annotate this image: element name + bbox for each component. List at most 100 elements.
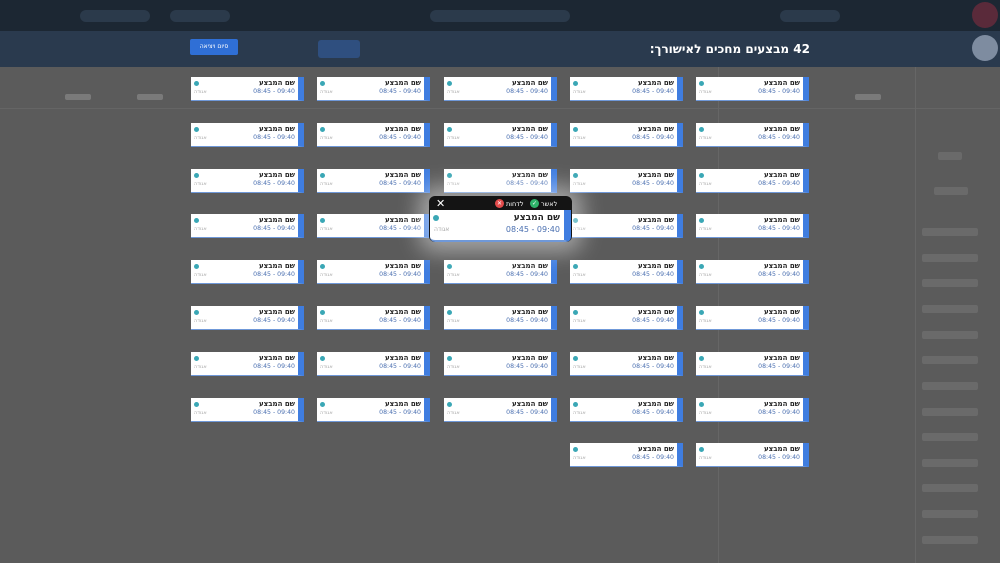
status-dot [699,81,704,86]
event-card[interactable]: שם המבצע 08:45 - 09:40 אגודה [696,77,809,101]
event-card[interactable]: שם המבצע 08:45 - 09:40 אגודה [191,123,304,147]
event-name: שם המבצע [764,354,800,362]
event-card[interactable]: שם המבצע 08:45 - 09:40 אגודה [444,260,557,284]
event-name: שם המבצע [385,354,421,362]
event-card[interactable]: שם המבצע 08:45 - 09:40 אגודה [191,306,304,330]
event-name: שם המבצע [764,400,800,408]
close-icon[interactable]: ✕ [436,198,445,210]
status-dot [447,310,452,315]
focused-event-card[interactable]: שם המבצע 08:45 - 09:40 אגודה [430,210,571,242]
focused-event-popup: ✕ ✕ לדחות ✓ לאשר שם המבצע 08:45 - 09:40 … [429,196,572,242]
sidebar-item [922,408,978,416]
status-dot [699,356,704,361]
event-card[interactable]: שם המבצע 08:45 - 09:40 אגודה [444,169,557,193]
event-card[interactable]: שם המבצע 08:45 - 09:40 אגודה [570,352,683,376]
event-card[interactable]: שם המבצע 08:45 - 09:40 אגודה [570,398,683,422]
event-time: 08:45 - 09:40 [758,180,800,187]
event-card[interactable]: שם המבצע 08:45 - 09:40 אגודה [191,260,304,284]
status-dot [320,402,325,407]
event-team: אגודה [194,181,207,187]
sidebar-item [922,279,978,287]
event-card[interactable]: שם המבצע 08:45 - 09:40 אגודה [191,352,304,376]
event-card[interactable]: שם המבצע 08:45 - 09:40 אגודה [696,169,809,193]
event-card[interactable]: שם המבצע 08:45 - 09:40 אגודה [570,214,683,238]
event-name: שם המבצע [512,262,548,270]
event-card[interactable]: שם המבצע 08:45 - 09:40 אגודה [570,443,683,467]
event-card[interactable]: שם המבצע 08:45 - 09:40 אגודה [696,398,809,422]
approve-button[interactable]: ✓ לאשר [530,199,557,208]
event-card[interactable]: שם המבצע 08:45 - 09:40 אגודה [317,260,430,284]
event-time: 08:45 - 09:40 [253,88,295,95]
event-card[interactable]: שם המבצע 08:45 - 09:40 אגודה [696,260,809,284]
status-dot [194,127,199,132]
event-team: אגודה [699,226,712,232]
sidebar-item [922,254,978,262]
event-card[interactable]: שם המבצע 08:45 - 09:40 אגודה [570,306,683,330]
event-team: אגודה [320,410,333,416]
event-name: שם המבצע [764,79,800,87]
event-time: 08:45 - 09:40 [506,271,548,278]
event-card[interactable]: שם המבצע 08:45 - 09:40 אגודה [191,398,304,422]
event-card[interactable]: שם המבצע 08:45 - 09:40 אגודה [444,123,557,147]
event-team: אגודה [573,455,586,461]
event-team: אגודה [194,135,207,141]
event-card[interactable]: שם המבצע 08:45 - 09:40 אגודה [570,260,683,284]
event-time: 08:45 - 09:40 [253,134,295,141]
event-card[interactable]: שם המבצע 08:45 - 09:40 אגודה [317,306,430,330]
event-name: שם המבצע [512,171,548,179]
event-team: אגודה [447,181,460,187]
event-card[interactable]: שם המבצע 08:45 - 09:40 אגודה [696,352,809,376]
event-card[interactable]: שם המבצע 08:45 - 09:40 אגודה [317,398,430,422]
event-card[interactable]: שם המבצע 08:45 - 09:40 אגודה [317,214,430,238]
reject-button[interactable]: ✕ לדחות [495,199,524,208]
event-name: שם המבצע [385,216,421,224]
event-card[interactable]: שם המבצע 08:45 - 09:40 אגודה [570,123,683,147]
event-team: אגודה [320,364,333,370]
event-card[interactable]: שם המבצע 08:45 - 09:40 אגודה [444,352,557,376]
event-card[interactable]: שם המבצע 08:45 - 09:40 אגודה [317,123,430,147]
event-card[interactable]: שם המבצע 08:45 - 09:40 אגודה [696,214,809,238]
event-card[interactable]: שם המבצע 08:45 - 09:40 אגודה [444,398,557,422]
sidebar-item [922,484,978,492]
event-name: שם המבצע [259,262,295,270]
event-card[interactable]: שם המבצע 08:45 - 09:40 אגודה [191,169,304,193]
logo-icon [972,2,998,28]
event-team: אגודה [699,455,712,461]
event-name: שם המבצע [638,354,674,362]
event-card[interactable]: שם המבצע 08:45 - 09:40 אגודה [317,352,430,376]
event-time: 08:45 - 09:40 [379,180,421,187]
event-team: אגודה [447,364,460,370]
finish-and-exit-button[interactable]: סיום ויציאה [190,39,238,55]
event-team: אגודה [320,135,333,141]
event-name: שם המבצע [385,400,421,408]
event-time: 08:45 - 09:40 [506,180,548,187]
event-time: 08:45 - 09:40 [632,271,674,278]
event-team: אגודה [194,89,207,95]
event-card[interactable]: שם המבצע 08:45 - 09:40 אגודה [317,169,430,193]
event-time: 08:45 - 09:40 [379,88,421,95]
sidebar-item [922,356,978,364]
event-card[interactable]: שם המבצע 08:45 - 09:40 אגודה [191,77,304,101]
status-dot [447,127,452,132]
status-dot [573,81,578,86]
status-dot [573,264,578,269]
sidebar-item [922,228,978,236]
event-team: אגודה [320,272,333,278]
event-team: אגודה [194,318,207,324]
event-card[interactable]: שם המבצע 08:45 - 09:40 אגודה [696,443,809,467]
event-card[interactable]: שם המבצע 08:45 - 09:40 אגודה [191,214,304,238]
status-dot [573,402,578,407]
event-card[interactable]: שם המבצע 08:45 - 09:40 אגודה [570,77,683,101]
event-card[interactable]: שם המבצע 08:45 - 09:40 אגודה [696,123,809,147]
event-time: 08:45 - 09:40 [379,271,421,278]
event-card[interactable]: שם המבצע 08:45 - 09:40 אגודה [444,77,557,101]
status-dot [194,356,199,361]
event-name: שם המבצע [385,262,421,270]
event-card[interactable]: שם המבצע 08:45 - 09:40 אגודה [444,306,557,330]
event-team: אגודה [447,410,460,416]
event-card[interactable]: שם המבצע 08:45 - 09:40 אגודה [696,306,809,330]
event-card[interactable]: שם המבצע 08:45 - 09:40 אגודה [317,77,430,101]
event-card[interactable]: שם המבצע 08:45 - 09:40 אגודה [570,169,683,193]
status-dot [320,218,325,223]
reject-label: לדחות [506,199,524,208]
